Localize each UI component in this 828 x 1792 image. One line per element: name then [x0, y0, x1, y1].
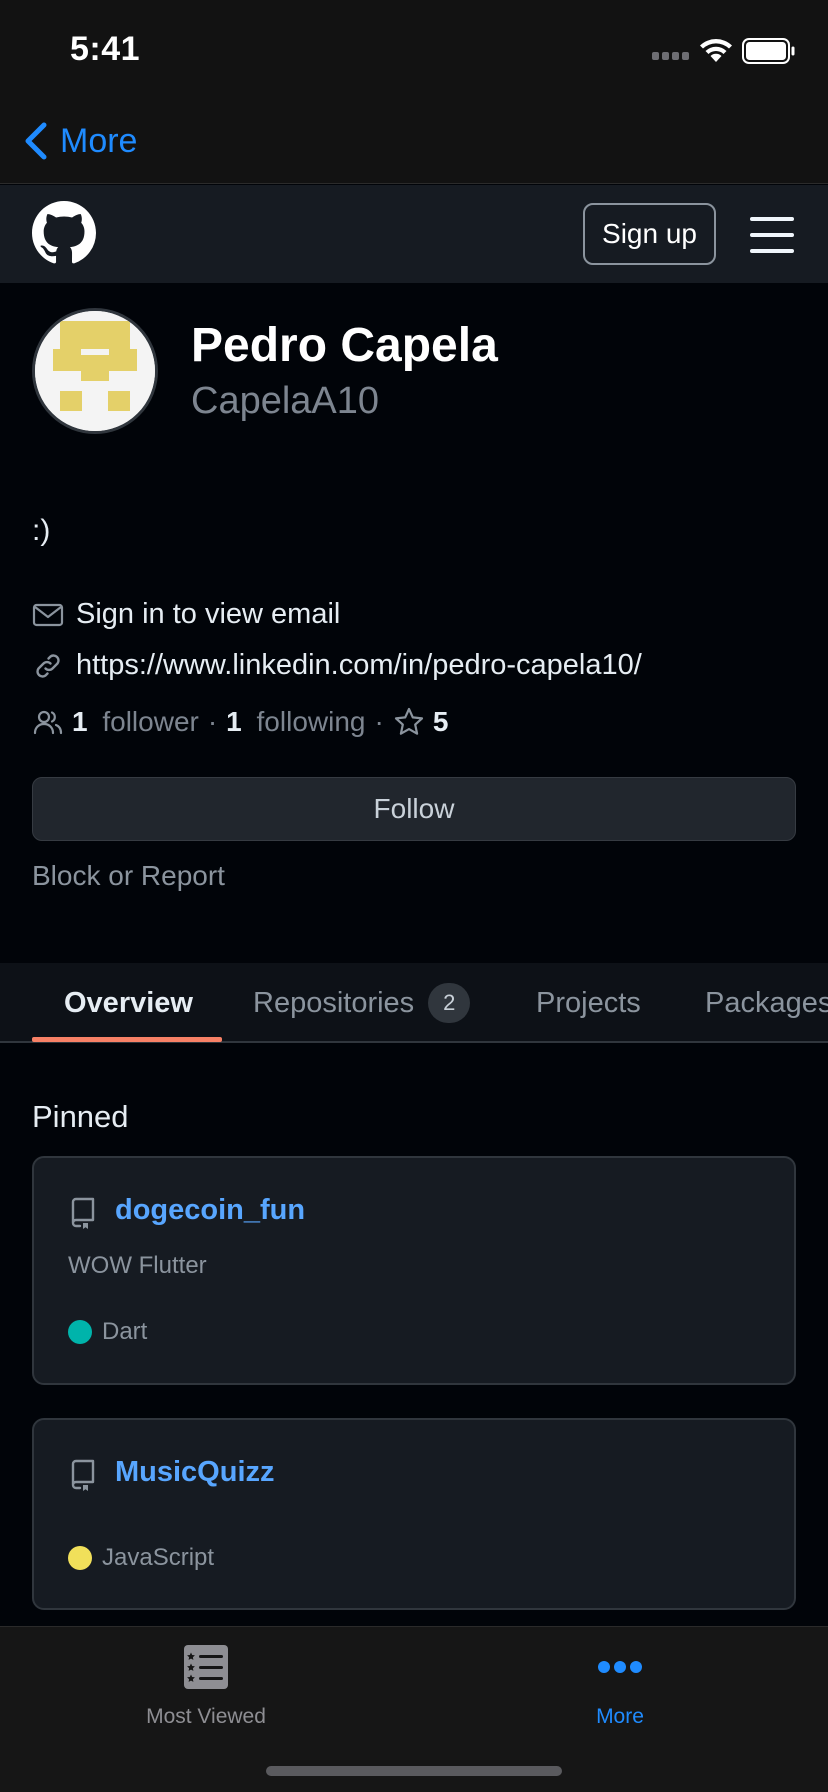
- list-star-icon: [184, 1645, 228, 1689]
- repo-name-link[interactable]: MusicQuizz: [115, 1456, 275, 1489]
- tab-overview[interactable]: Overview: [64, 963, 193, 1043]
- pinned-repo-card: MusicQuizz JavaScript: [32, 1418, 796, 1610]
- email-row[interactable]: Sign in to view email: [32, 598, 340, 631]
- repo-description: WOW Flutter: [68, 1252, 207, 1279]
- identicon-image: [35, 311, 155, 431]
- chevron-left-icon: [25, 122, 47, 160]
- tab-packages[interactable]: Packages: [705, 963, 828, 1043]
- status-time: 5:41: [70, 30, 141, 68]
- more-dots-icon: [598, 1661, 642, 1673]
- following-count: 1: [226, 706, 242, 737]
- block-or-report-link[interactable]: Block or Report: [32, 860, 225, 892]
- repo-language: Dart: [68, 1318, 147, 1346]
- tab-repositories-label: Repositories: [253, 986, 415, 1019]
- mail-icon: [32, 603, 64, 626]
- hamburger-menu-icon[interactable]: [750, 217, 794, 253]
- pinned-section-title: Pinned: [32, 1099, 129, 1134]
- link-icon: [36, 653, 60, 678]
- wifi-icon: [700, 39, 732, 62]
- language-color-dot: [68, 1546, 92, 1570]
- cellular-signal-icon: [652, 52, 692, 62]
- github-header: Sign up: [0, 185, 828, 283]
- website-link[interactable]: https://www.linkedin.com/in/pedro-capela…: [32, 649, 642, 682]
- pinned-repo-card: dogecoin_fun WOW Flutter Dart: [32, 1156, 796, 1385]
- tab-packages-label: Packages: [705, 986, 828, 1019]
- tab-overview-label: Overview: [64, 986, 193, 1019]
- repo-icon: [71, 1459, 95, 1491]
- following-link[interactable]: 1 following: [226, 706, 365, 738]
- followers-row: 1 follower · 1 following · 5: [32, 706, 448, 738]
- tab-projects[interactable]: Projects: [536, 963, 641, 1043]
- home-indicator: [266, 1766, 562, 1776]
- repo-language-label: Dart: [102, 1318, 148, 1345]
- active-tab-indicator: [32, 1037, 222, 1042]
- website-url: https://www.linkedin.com/in/pedro-capela…: [76, 649, 642, 681]
- back-button-label: More: [60, 121, 138, 160]
- battery-icon: [742, 38, 795, 64]
- email-text: Sign in to view email: [76, 598, 341, 630]
- github-logo-icon[interactable]: [32, 201, 96, 265]
- navigation-bar: More: [0, 100, 828, 184]
- followers-link[interactable]: 1 follower: [72, 706, 199, 738]
- repo-name-link[interactable]: dogecoin_fun: [115, 1194, 305, 1227]
- profile-username: CapelaA10: [191, 380, 380, 422]
- follow-button[interactable]: Follow: [32, 777, 796, 841]
- tab-bar-most-viewed[interactable]: Most Viewed: [106, 1643, 306, 1729]
- star-icon: [394, 707, 423, 735]
- repo-icon: [71, 1197, 95, 1229]
- stars-count: 5: [432, 706, 449, 737]
- github-profile-screen: 5:41 More Sign up Pedro Capela CapelaA10…: [0, 0, 828, 1792]
- sign-up-button[interactable]: Sign up: [583, 203, 716, 265]
- profile-bio: :): [32, 514, 51, 547]
- status-bar: 5:41: [0, 0, 828, 100]
- repositories-count-badge: 2: [428, 983, 471, 1023]
- avatar: [32, 308, 158, 434]
- language-color-dot: [68, 1320, 92, 1344]
- tab-bar-more-label: More: [596, 1705, 644, 1728]
- tab-bar-more[interactable]: More: [520, 1643, 720, 1729]
- following-label: following: [256, 706, 366, 737]
- tab-bar-most-viewed-label: Most Viewed: [146, 1705, 266, 1728]
- separator: ·: [207, 706, 218, 737]
- followers-label: follower: [102, 706, 199, 737]
- repo-language-label: JavaScript: [102, 1544, 215, 1571]
- separator: ·: [374, 706, 384, 737]
- profile-full-name: Pedro Capela: [191, 319, 498, 372]
- repo-language: JavaScript: [68, 1544, 214, 1572]
- tab-repositories[interactable]: Repositories 2: [253, 963, 471, 1043]
- back-button[interactable]: More: [22, 118, 137, 164]
- profile-tabs: Overview Repositories 2 Projects Package…: [0, 963, 828, 1043]
- people-icon: [33, 710, 63, 735]
- tab-projects-label: Projects: [536, 986, 641, 1019]
- stars-link[interactable]: 5: [393, 706, 449, 738]
- followers-count: 1: [72, 706, 88, 737]
